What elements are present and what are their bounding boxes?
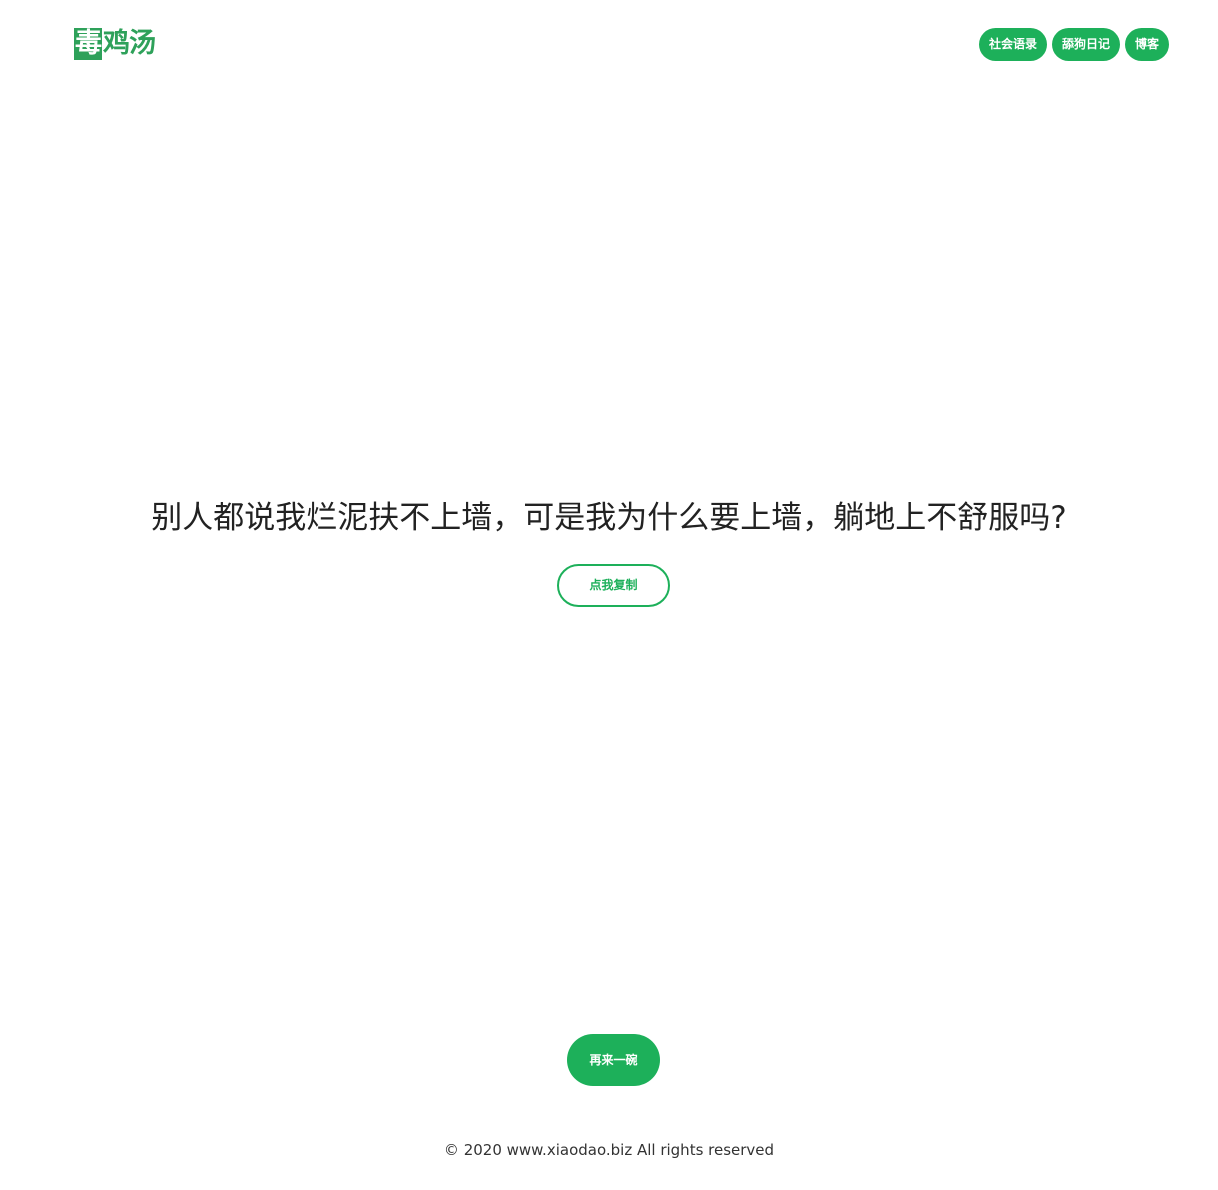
copy-button[interactable]: 点我复制 xyxy=(557,564,670,607)
logo-rest: 鸡汤 xyxy=(103,28,156,59)
logo-first-char: 毒 xyxy=(74,28,102,60)
another-bowl-button[interactable]: 再来一碗 xyxy=(567,1034,660,1086)
nav-lick-dog-diary-button[interactable]: 舔狗日记 xyxy=(1051,28,1120,61)
footer-copyright: © 2020 www.xiaodao.biz All rights reserv… xyxy=(443,1141,775,1159)
top-nav: 社会语录 舔狗日记 博客 xyxy=(978,28,1169,61)
nav-blog-button[interactable]: 博客 xyxy=(1124,28,1169,61)
site-logo[interactable]: 毒鸡汤 xyxy=(74,26,156,62)
site-header: 毒鸡汤 社会语录 舔狗日记 博客 xyxy=(0,0,1218,90)
nav-social-quotes-button[interactable]: 社会语录 xyxy=(978,28,1047,61)
quote-text: 别人都说我烂泥扶不上墙，可是我为什么要上墙，躺地上不舒服吗? xyxy=(151,500,1067,536)
